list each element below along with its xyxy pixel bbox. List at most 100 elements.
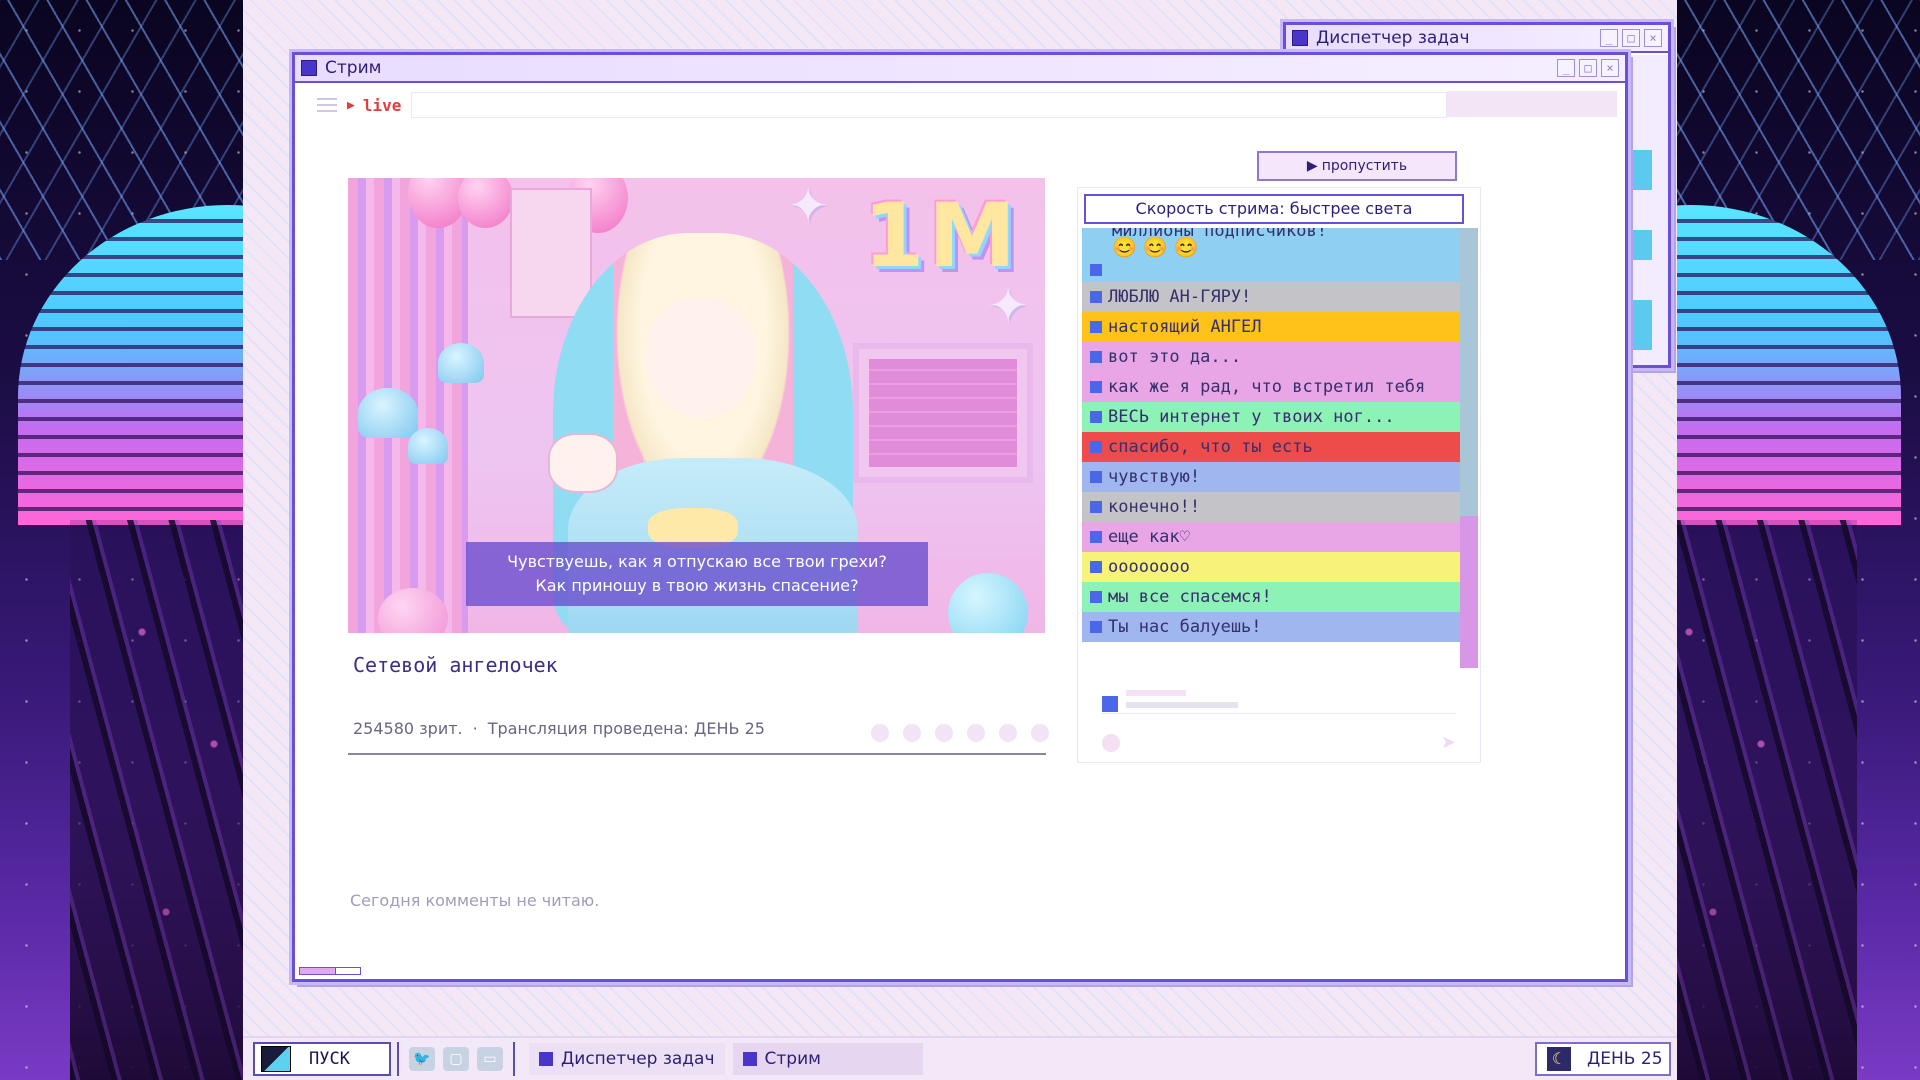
pointing-hand [548, 433, 618, 493]
stream-window-title: Стрим [325, 58, 382, 78]
window-icon [1292, 30, 1308, 46]
send-icon[interactable]: ➤ [1441, 732, 1456, 753]
chat-message: ЛЮБЛЮ АН-ГЯРУ! [1082, 282, 1460, 312]
chat-message: Ты нас балуешь! [1082, 612, 1460, 642]
comments-note: Сегодня комменты не читаю. [350, 891, 600, 910]
start-button[interactable]: ПУСК [253, 1042, 391, 1076]
user-avatar-icon [1090, 441, 1102, 453]
chat-message-text: ЛЮБЛЮ АН-ГЯРУ! [1108, 287, 1252, 307]
chat-scrollbar[interactable] [1460, 228, 1478, 668]
user-avatar-icon [1090, 291, 1102, 303]
skip-label: пропустить [1321, 158, 1408, 174]
chat-message: миллионы подписчиков! 😊😊😊 [1082, 228, 1460, 282]
monitor-icon[interactable]: ▭ [477, 1047, 503, 1071]
chat-message: oooooooo [1082, 552, 1460, 582]
reaction-dot[interactable] [1031, 724, 1049, 742]
maximize-button[interactable]: □ [1622, 29, 1640, 47]
streamer-face [646, 298, 756, 418]
reaction-dot[interactable] [935, 724, 953, 742]
emoji-button[interactable] [1102, 734, 1120, 752]
moon-icon: ☾ [1547, 1047, 1571, 1071]
reaction-dot[interactable] [967, 724, 985, 742]
monitor-decoration [853, 343, 1033, 483]
address-bar-end [1447, 91, 1617, 117]
usage-bar [1630, 230, 1652, 260]
minimize-button[interactable]: _ [1600, 29, 1618, 47]
chat-message: чувствую! [1082, 462, 1460, 492]
twitter-icon[interactable]: 🐦 [409, 1047, 435, 1071]
chat-input[interactable] [1102, 684, 1456, 714]
stream-title: Сетевой ангелочек [353, 653, 558, 677]
start-label: ПУСК [309, 1049, 350, 1069]
task-manager-titlebar[interactable]: Диспетчер задач _ □ × [1286, 25, 1668, 53]
taskbar: ПУСК 🐦 ▢ ▭ Диспетчер задач Стрим ☾ ДЕНЬ … [243, 1036, 1677, 1080]
menu-icon[interactable] [317, 98, 337, 112]
chat-message: как же я рад, что встретил тебя [1082, 372, 1460, 402]
user-avatar-icon [1102, 696, 1118, 712]
broadcast-info: Трансляция проведена: ДЕНЬ 25 [487, 719, 765, 738]
play-icon: ▶ [347, 97, 355, 113]
day-indicator[interactable]: ☾ ДЕНЬ 25 [1535, 1042, 1671, 1076]
taskbar-item-label: Стрим [764, 1049, 821, 1069]
chat-message: спасибо, что ты есть [1082, 432, 1460, 462]
chat-message: еще как♡ [1082, 522, 1460, 552]
chat-message-text: Ты нас балуешь! [1108, 617, 1262, 637]
divider [348, 753, 1046, 755]
chat-emoji: 😊😊😊 [1112, 235, 1205, 259]
usage-bar [1630, 150, 1652, 190]
chat-icon[interactable]: ▢ [443, 1047, 469, 1071]
chat-message-text: спасибо, что ты есть [1108, 437, 1313, 457]
milestone-1m-text: 1M [863, 184, 1020, 287]
live-indicator: ▶ live [347, 96, 401, 115]
reaction-dot[interactable] [871, 724, 889, 742]
user-avatar-icon [1090, 381, 1102, 393]
close-button[interactable]: × [1601, 59, 1619, 77]
chat-message: ВЕСЬ интернет у твоих ног... [1082, 402, 1460, 432]
stream-subtitle: Чувствуешь, как я отпускаю все твои грех… [466, 542, 928, 606]
stream-titlebar[interactable]: Стрим _ □ × [295, 55, 1625, 83]
chat-message: вот это да... [1082, 342, 1460, 372]
taskbar-item-stream[interactable]: Стрим [732, 1043, 923, 1075]
chat-footer: ➤ [1102, 732, 1456, 756]
reaction-dot[interactable] [999, 724, 1017, 742]
user-avatar-icon [1090, 501, 1102, 513]
user-avatar-icon [1090, 621, 1102, 633]
start-logo-icon [261, 1046, 291, 1072]
play-icon: ▶ [1306, 158, 1318, 174]
chat-message-text: ВЕСЬ интернет у твоих ног... [1108, 407, 1395, 427]
user-avatar-icon [1090, 321, 1102, 333]
maximize-button[interactable]: □ [1579, 59, 1597, 77]
meta-separator: · [472, 719, 478, 738]
chat-list[interactable]: миллионы подписчиков! 😊😊😊 ЛЮБЛЮ АН-ГЯРУ! на… [1082, 228, 1460, 668]
subtitle-line: Чувствуешь, как я отпускаю все твои грех… [507, 552, 887, 571]
chat-message-text: чувствую! [1108, 467, 1201, 487]
reaction-dot[interactable] [903, 724, 921, 742]
chat-message-text: oooooooo [1108, 557, 1190, 577]
status-indicator [335, 967, 361, 975]
task-manager-title: Диспетчер задач [1316, 28, 1470, 48]
live-label: live [362, 95, 402, 115]
viewer-count: 254580 зрит. [353, 719, 463, 738]
window-icon [539, 1052, 553, 1066]
user-avatar-icon [1090, 591, 1102, 603]
address-bar[interactable] [411, 92, 1447, 118]
stream-topbar: ▶ live [303, 87, 1617, 123]
window-icon [742, 1052, 757, 1066]
heart-decoration [358, 388, 418, 438]
heart-decoration [438, 343, 484, 383]
chat-message-text: мы все спасемся! [1108, 587, 1272, 607]
scrollbar-thumb[interactable] [1460, 228, 1478, 516]
user-avatar-icon [1090, 264, 1102, 276]
skip-button[interactable]: ▶ пропустить [1257, 151, 1457, 181]
close-button[interactable]: × [1644, 29, 1662, 47]
subtitle-line: Как приношу в твою жизнь спасение? [535, 576, 859, 595]
bubble-decoration [948, 573, 1028, 633]
chat-message: конечно!! [1082, 492, 1460, 522]
minimize-button[interactable]: _ [1557, 59, 1575, 77]
chat-message-text: вот это да... [1108, 347, 1242, 367]
stream-video[interactable]: ✦ ✦ 1M Чувствуешь, как я отпускаю все тв… [348, 178, 1045, 633]
taskbar-item-task-manager[interactable]: Диспетчер задач [529, 1043, 725, 1075]
star-decoration: ✦ [788, 178, 829, 234]
taskbar-item-label: Диспетчер задач [561, 1049, 715, 1069]
stream-window[interactable]: Стрим _ □ × ▶ live ▶ пропустить ✦ ✦ 1M Ч… [292, 52, 1628, 982]
